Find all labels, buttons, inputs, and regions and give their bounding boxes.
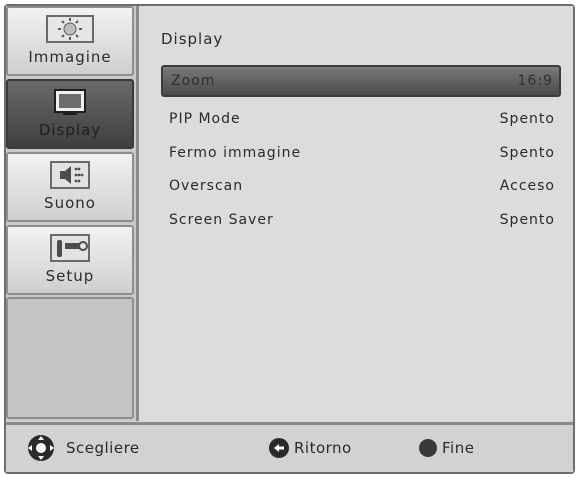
menu-row-value: Spento xyxy=(499,145,555,161)
menu-row-zoom[interactable]: Zoom 16:9 xyxy=(161,65,561,97)
tab-suono[interactable]: Suono xyxy=(6,152,134,222)
monitor-icon xyxy=(54,89,86,115)
menu-row-fermo-immagine[interactable]: Fermo immagine Spento xyxy=(161,141,561,167)
menu-row-name: PIP Mode xyxy=(169,111,241,127)
menu-row-name: Fermo immagine xyxy=(169,145,302,161)
tab-display[interactable]: Display xyxy=(6,79,134,149)
panel-title: Display xyxy=(161,30,224,48)
tab-immagine-label: Immagine xyxy=(28,48,112,66)
tab-setup-label: Setup xyxy=(45,267,95,285)
sun-icon xyxy=(46,15,94,43)
menu-row-name: Overscan xyxy=(169,178,244,194)
dpad-icon xyxy=(28,435,54,461)
tab-immagine[interactable]: Immagine xyxy=(6,6,134,76)
tab-display-label: Display xyxy=(38,121,102,139)
tab-column: Immagine Display Suono Setup xyxy=(6,6,139,421)
exit-button-icon xyxy=(419,439,437,457)
menu-row-value: 16:9 xyxy=(517,73,553,89)
menu-row-screen-saver[interactable]: Screen Saver Spento xyxy=(161,208,561,234)
footer-hints: Scegliere Ritorno Fine xyxy=(6,422,573,472)
back-button-icon xyxy=(269,438,289,458)
menu-row-name: Screen Saver xyxy=(169,212,274,228)
tools-icon xyxy=(50,234,90,262)
speaker-icon xyxy=(50,161,90,189)
menu-row-value: Spento xyxy=(499,212,555,228)
osd-menu: Immagine Display Suono Setup Display Zoo… xyxy=(4,4,575,474)
menu-row-value: Spento xyxy=(499,111,555,127)
tab-setup[interactable]: Setup xyxy=(6,225,134,295)
hint-exit-label: Fine xyxy=(442,439,475,457)
hint-back-label: Ritorno xyxy=(294,439,352,457)
tab-suono-label: Suono xyxy=(44,194,96,212)
menu-row-value: Acceso xyxy=(499,178,555,194)
settings-panel: Display Zoom 16:9 PIP Mode Spento Fermo … xyxy=(139,6,573,421)
tab-column-empty xyxy=(6,297,134,419)
menu-row-pip-mode[interactable]: PIP Mode Spento xyxy=(161,107,561,133)
menu-row-overscan[interactable]: Overscan Acceso xyxy=(161,174,561,200)
menu-row-name: Zoom xyxy=(171,73,216,89)
hint-select-label: Scegliere xyxy=(66,439,140,457)
